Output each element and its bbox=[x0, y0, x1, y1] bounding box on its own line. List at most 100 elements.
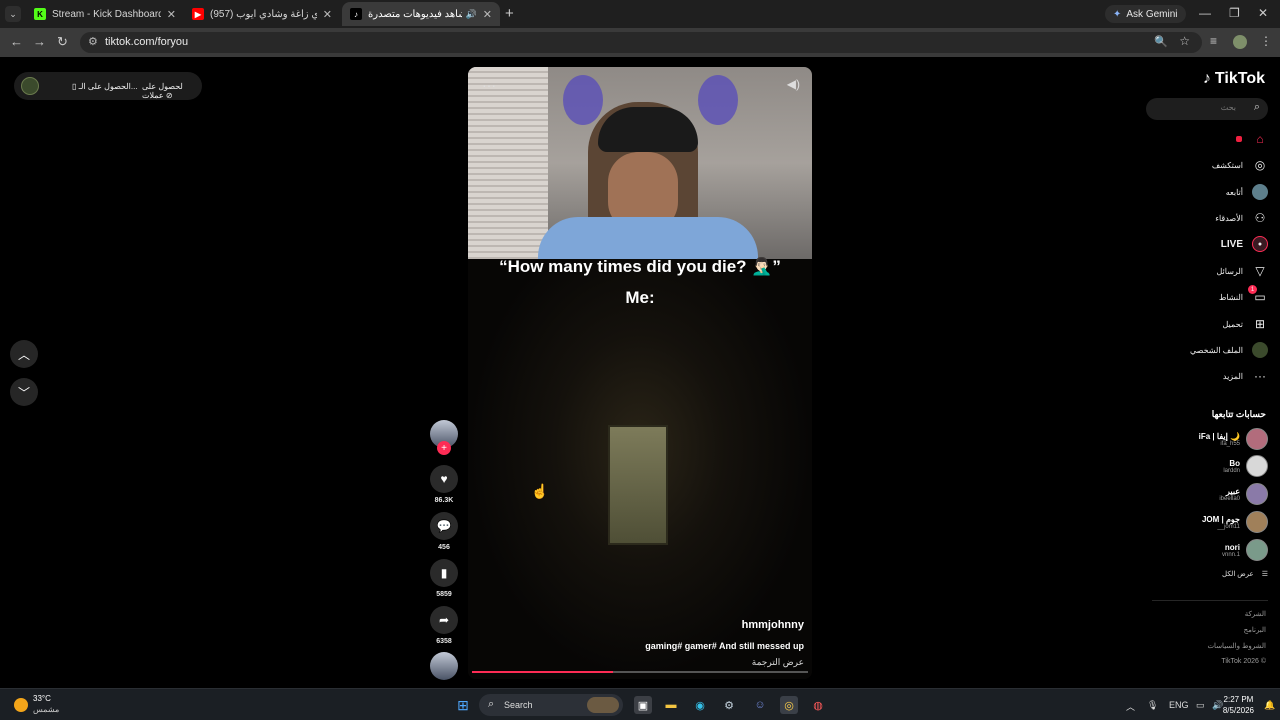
weather-temperature[interactable]: 33°C bbox=[33, 694, 51, 703]
new-tab-button[interactable]: + bbox=[505, 5, 514, 22]
comment-action[interactable]: 💬 456 bbox=[430, 512, 458, 551]
tab-search-button[interactable]: ⌄ bbox=[5, 6, 21, 22]
site-info-icon[interactable]: ⚙ bbox=[88, 35, 98, 48]
nav-activity[interactable]: النشاط ▭ 1 bbox=[1218, 285, 1268, 305]
tab-youtube[interactable]: ▶ (957) عدي زاغة وشادي ايوب 👋 ✕ bbox=[184, 2, 340, 26]
chrome-icon[interactable]: ◎ bbox=[780, 696, 798, 714]
windows-taskbar: 33°C مشمس ⊞ ⌕ Search ▣ ▬ ◉ ⚙ ☺ ◎ ◍ ︿ 🎙 E… bbox=[0, 688, 1280, 720]
menu-icon[interactable]: ⋮ bbox=[1260, 34, 1272, 48]
close-icon[interactable]: ✕ bbox=[483, 8, 492, 21]
search-input[interactable]: بحث ⌕ bbox=[1146, 98, 1268, 120]
following-account[interactable]: JOM | جوم __jom11 bbox=[1202, 511, 1268, 533]
bookmark-star-icon[interactable]: ☆ bbox=[1179, 34, 1190, 48]
video-player[interactable]: ··· ◀) “How many times did you die? 🤦🏻‍♂… bbox=[468, 67, 812, 679]
follow-plus-icon[interactable]: + bbox=[437, 441, 451, 455]
network-icon[interactable]: ▭ bbox=[1196, 700, 1205, 711]
view-all-link[interactable]: عرض الكل ☰ bbox=[1222, 570, 1268, 578]
footer-program-link[interactable]: البرنامج bbox=[1244, 626, 1266, 634]
nav-friends[interactable]: الأصدقاء ⚇ bbox=[1215, 210, 1268, 226]
home-dot bbox=[1236, 136, 1242, 142]
following-section-title: حسابات تتابعها bbox=[1211, 409, 1266, 419]
notifications-icon[interactable]: 🔔 bbox=[1264, 700, 1275, 711]
file-explorer-icon[interactable]: ▬ bbox=[662, 696, 680, 714]
share-icon[interactable]: ➦ bbox=[430, 606, 458, 634]
footer-terms-link[interactable]: الشروط والسياسات bbox=[1207, 642, 1266, 650]
close-window-button[interactable]: ✕ bbox=[1258, 6, 1268, 20]
save-action[interactable]: ▮ 5859 bbox=[430, 559, 458, 598]
steam-icon[interactable]: ⚙ bbox=[720, 696, 738, 714]
nav-label: النشاط bbox=[1218, 292, 1243, 302]
footer-company-link[interactable]: الشركة bbox=[1245, 610, 1266, 618]
edge-icon[interactable]: ◉ bbox=[691, 696, 709, 714]
language-indicator[interactable]: ENG bbox=[1169, 700, 1189, 710]
coin-promo-pill[interactable]: ▯ الحصول على الـ... لحصول على عملات ⊘ bbox=[14, 72, 202, 100]
volume-icon[interactable]: ◀) bbox=[787, 77, 800, 91]
reload-icon[interactable]: ↻ bbox=[57, 34, 68, 50]
media-controls-icon[interactable]: ≡ bbox=[1210, 34, 1217, 48]
nav-live[interactable]: LIVE ● bbox=[1221, 236, 1268, 252]
game-door bbox=[608, 425, 668, 545]
weather-condition[interactable]: مشمس bbox=[33, 705, 59, 714]
ask-gemini-button[interactable]: ✦ Ask Gemini bbox=[1105, 5, 1186, 23]
tray-overflow-icon[interactable]: ︿ bbox=[1126, 700, 1135, 713]
next-video-button[interactable]: ﹀ bbox=[10, 378, 38, 406]
taskbar-search[interactable]: ⌕ Search bbox=[479, 694, 623, 716]
speaker-icon[interactable]: 🔊 bbox=[466, 9, 477, 20]
music-disc-avatar[interactable] bbox=[430, 652, 458, 680]
close-icon[interactable]: ✕ bbox=[323, 8, 332, 21]
search-icon[interactable]: ⌕ bbox=[1254, 101, 1260, 114]
nav-profile[interactable]: الملف الشخصي bbox=[1190, 342, 1268, 358]
mouse-cursor: ☝ bbox=[531, 483, 549, 499]
share-count: 6358 bbox=[436, 638, 452, 645]
inbox-icon: ▭ 1 bbox=[1248, 285, 1268, 305]
like-action[interactable]: ♥ 86.3K bbox=[430, 465, 458, 504]
nav-more[interactable]: المزيد ··· bbox=[1223, 368, 1268, 384]
comment-icon[interactable]: 💬 bbox=[430, 512, 458, 540]
following-account[interactable]: Bo larddn bbox=[1223, 455, 1268, 477]
video-progress-bar[interactable] bbox=[472, 671, 808, 673]
nav-explore[interactable]: استكشف ◎ bbox=[1212, 157, 1268, 173]
search-label: Search bbox=[504, 700, 533, 710]
heart-icon[interactable]: ♥ bbox=[430, 465, 458, 493]
nav-upload[interactable]: تحميل ⊞ bbox=[1223, 316, 1269, 332]
microphone-icon[interactable]: 🎙 bbox=[1147, 700, 1158, 711]
restore-button[interactable]: ❐ bbox=[1229, 6, 1240, 20]
discord-icon[interactable]: ☺ bbox=[751, 696, 769, 714]
previous-video-button[interactable]: ︿ bbox=[10, 340, 38, 368]
windows-start-icon[interactable]: ⊞ bbox=[454, 696, 472, 714]
following-account[interactable]: iFa | إيفا 🌙 ifa_h55 bbox=[1199, 428, 1268, 450]
send-icon: ▽ bbox=[1255, 264, 1265, 278]
following-account[interactable]: nori vnnn.1 bbox=[1222, 539, 1268, 561]
search-placeholder: بحث bbox=[1220, 103, 1236, 112]
task-view-icon[interactable]: ▣ bbox=[634, 696, 652, 714]
clock[interactable]: 2:27 PM 8/5/2026 bbox=[1223, 694, 1254, 716]
avatar bbox=[1246, 455, 1268, 477]
tab-tiktok[interactable]: ♪ شاهد فيديوهات متصدرة | k 🔊 ✕ bbox=[342, 2, 500, 26]
following-account[interactable]: عبير ibeella0 bbox=[1219, 483, 1268, 505]
account-handle: __jom11 bbox=[1217, 523, 1240, 530]
video-more-icon[interactable]: ··· bbox=[482, 77, 496, 93]
nav-home[interactable]: ⌂ bbox=[1243, 131, 1268, 147]
close-icon[interactable]: ✕ bbox=[167, 8, 176, 21]
sun-icon[interactable] bbox=[14, 698, 28, 712]
bookmark-icon[interactable]: ▮ bbox=[430, 559, 458, 587]
tab-kick[interactable]: K Stream - Kick Dashboard ✕ bbox=[26, 2, 184, 26]
minimize-button[interactable]: — bbox=[1199, 6, 1211, 20]
volume-icon[interactable]: 🔊 bbox=[1212, 700, 1223, 711]
share-action[interactable]: ➦ 6358 bbox=[430, 606, 458, 645]
webcam-frame bbox=[468, 67, 812, 277]
forward-icon[interactable]: → bbox=[33, 34, 46, 49]
address-bar[interactable]: ⚙ tiktok.com/foryou 🔍 ☆ bbox=[80, 32, 1202, 53]
tiktok-logo[interactable]: ♪ TikTok bbox=[1203, 70, 1265, 88]
app-icon[interactable]: ◍ bbox=[809, 696, 827, 714]
nav-messages[interactable]: الرسائل ▽ bbox=[1217, 263, 1269, 279]
see-translation-link[interactable]: عرض الترجمة bbox=[752, 657, 804, 668]
video-author[interactable]: hmmjohnny bbox=[742, 619, 804, 631]
back-icon[interactable]: ← bbox=[10, 34, 23, 49]
profile-avatar[interactable] bbox=[1233, 35, 1247, 49]
profile-avatar-icon bbox=[1252, 342, 1268, 358]
nav-following[interactable]: أتابعه bbox=[1226, 184, 1268, 200]
zoom-icon[interactable]: 🔍 bbox=[1154, 35, 1168, 48]
tiktok-note-icon: ♪ bbox=[1202, 70, 1211, 87]
nav-label: أتابعه bbox=[1225, 187, 1243, 197]
